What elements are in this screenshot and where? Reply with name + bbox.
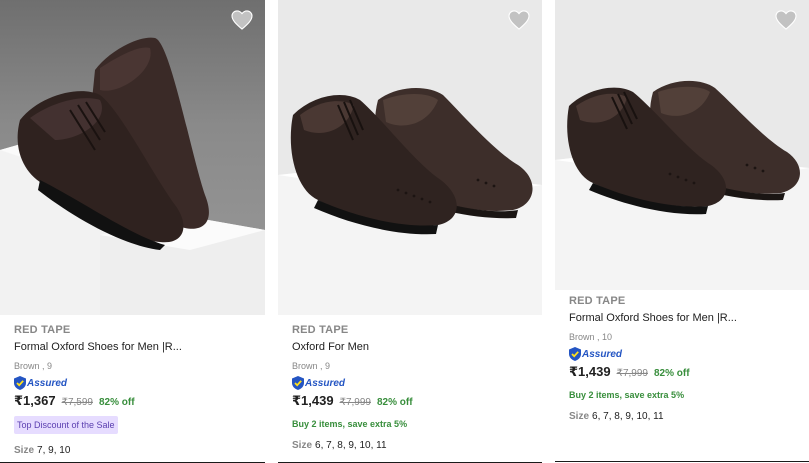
wishlist-heart-icon[interactable] [775, 10, 797, 30]
product-brand: RED TAPE [569, 295, 626, 307]
shoe-image [555, 80, 809, 290]
product-card[interactable]: RED TAPE Oxford For Men Brown , 9 Assure… [278, 0, 542, 463]
product-image[interactable] [0, 0, 265, 315]
wishlist-heart-icon[interactable] [508, 10, 530, 30]
size-values: 6, 7, 8, 9, 10, 11 [315, 440, 387, 451]
card-divider [555, 461, 809, 462]
size-label: Size [14, 445, 35, 456]
assured-shield-icon [14, 376, 26, 390]
size-list: Size 7, 9, 10 [14, 444, 257, 458]
assured-badge: Assured [14, 376, 257, 390]
selling-price: ₹1,439 [569, 364, 611, 379]
assured-shield-icon [292, 376, 304, 390]
size-values: 7, 9, 10 [37, 445, 71, 456]
product-variant: Brown , 9 [292, 361, 331, 371]
price-row: ₹1,439 ₹7,999 82% off [569, 364, 801, 382]
product-brand: RED TAPE [14, 324, 71, 336]
selling-price: ₹1,439 [292, 393, 334, 408]
assured-label: Assured [582, 348, 623, 360]
assured-label: Assured [305, 377, 346, 389]
bundle-offer: Buy 2 items, save extra 5% [292, 419, 408, 429]
product-variant: Brown , 10 [569, 332, 613, 342]
wishlist-heart-icon[interactable] [231, 10, 253, 30]
assured-label: Assured [27, 377, 68, 389]
discount-percent: 82% off [653, 368, 690, 379]
discount-percent: 82% off [98, 397, 135, 408]
product-title[interactable]: Formal Oxford Shoes for Men |R... [14, 340, 257, 355]
size-list: Size 6, 7, 8, 9, 10, 11 [292, 439, 534, 453]
price-row: ₹1,439 ₹7,999 82% off [292, 393, 534, 411]
shoe-image [278, 88, 542, 315]
size-label: Size [569, 411, 590, 422]
size-label: Size [292, 440, 313, 451]
product-title[interactable]: Oxford For Men [292, 340, 534, 355]
discount-percent: 82% off [376, 397, 413, 408]
assured-badge: Assured [292, 376, 534, 390]
original-price: ₹7,999 [616, 368, 648, 379]
product-variant: Brown , 9 [14, 361, 53, 371]
shoe-image [0, 37, 265, 315]
product-brand: RED TAPE [292, 324, 349, 336]
original-price: ₹7,599 [61, 397, 93, 408]
size-values: 6, 7, 8, 9, 10, 11 [592, 411, 664, 422]
assured-badge: Assured [569, 347, 801, 361]
product-image[interactable] [555, 0, 809, 290]
bundle-offer: Buy 2 items, save extra 5% [569, 390, 685, 400]
product-card[interactable]: RED TAPE Formal Oxford Shoes for Men |R.… [0, 0, 265, 463]
assured-shield-icon [569, 347, 581, 361]
product-image[interactable] [278, 0, 542, 315]
original-price: ₹7,999 [339, 397, 371, 408]
product-title[interactable]: Formal Oxford Shoes for Men |R... [569, 311, 801, 326]
size-list: Size 6, 7, 8, 9, 10, 11 [569, 410, 801, 424]
sale-tag: Top Discount of the Sale [14, 416, 118, 434]
product-card[interactable]: RED TAPE Formal Oxford Shoes for Men |R.… [555, 0, 809, 463]
price-row: ₹1,367 ₹7,599 82% off [14, 393, 257, 411]
selling-price: ₹1,367 [14, 393, 56, 408]
